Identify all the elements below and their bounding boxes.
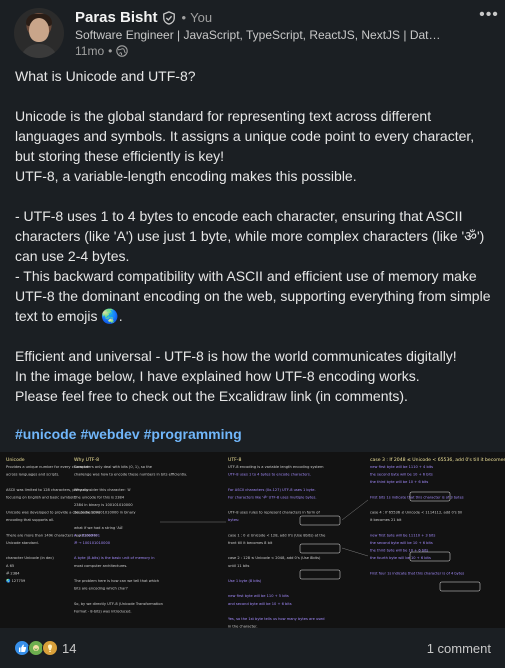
- diagram-text: and second byte will be 10 + 6 bits: [228, 602, 292, 606]
- post-line: UTF-8, a variable-length encoding makes …: [15, 168, 357, 184]
- hashtag-link[interactable]: #unicode: [15, 426, 76, 442]
- diagram-text: ॐ 2384: [6, 570, 20, 575]
- diagram-text: focusing on English and basic symbols.: [6, 495, 76, 499]
- diagram-text: So, to be 100101010000 in binary: [74, 511, 136, 515]
- post-line: In the image below, I have explained how…: [15, 368, 420, 384]
- diagram-text: So, by we directly UTF-8 (Unicode Transf…: [74, 602, 163, 606]
- diagram-text: case 1 : 0 ≤ Unicode < 128, add 0's (Use…: [228, 533, 326, 537]
- diagram-text: Why consider this character: 'A': [74, 488, 131, 492]
- diagram-text: encoding that supports all.: [6, 518, 54, 522]
- post-image[interactable]: Unicode Provides a unique number for ever…: [0, 452, 505, 628]
- diagram-text: the second byte will be 10 + 6 bits: [370, 473, 433, 477]
- diagram-text: A 65: [6, 564, 14, 568]
- separator-dot: •: [181, 10, 187, 25]
- hashtag-link[interactable]: #programming: [144, 426, 242, 442]
- diagram-text: For ASCII characters (0x-127) UTF-8 uses…: [228, 488, 316, 492]
- diagram-heading: case 3 : If 2048 ≤ Unicode < 65536, add …: [370, 457, 505, 463]
- reaction-count: 14: [62, 640, 77, 656]
- support-icon: [42, 640, 58, 656]
- more-options-button[interactable]: •••: [478, 4, 500, 26]
- globe-icon: [116, 45, 129, 57]
- diagram-text: the third byte will be 10 + 6 bits: [370, 480, 428, 484]
- diagram-text: character Unicode (in dec): [6, 556, 54, 560]
- diagram-text: the fourth byte will be 10 + 6 bits: [370, 556, 431, 560]
- diagram-text: 2384 in binary is 100101010000: [74, 503, 133, 507]
- diagram-text: bits are encoding which char?: [74, 587, 128, 591]
- diagram-text: Use 1 byte (8 bits): [228, 579, 262, 583]
- diagram-text: what if we had a string 'AÀ': [74, 525, 123, 530]
- post-spacer: [15, 186, 493, 206]
- post-card: Paras Bisht • You Software Engineer | Ja…: [0, 0, 505, 668]
- post-text: What is Unicode and UTF-8? Unicode is th…: [15, 66, 493, 406]
- comments-count-link[interactable]: 1 comment: [427, 641, 491, 656]
- social-footer: 14 1 comment: [0, 628, 505, 668]
- author-headline: Software Engineer | JavaScript, TypeScri…: [75, 28, 447, 42]
- ellipsis-icon: •••: [479, 6, 499, 23]
- diagram-text: 🌏 127759: [6, 578, 26, 583]
- avatar-face: [29, 18, 49, 42]
- post-spacer: [15, 326, 493, 346]
- diagram-text: UTF-8 uses rules to represent characters…: [228, 511, 320, 515]
- diagram-text: ॐ → 100101010000: [74, 540, 111, 545]
- diagram-heading: UTF-8: [228, 457, 241, 463]
- separator-dot: •: [108, 44, 113, 58]
- diagram-text: most computer architectures.: [74, 564, 127, 568]
- relation-label: You: [190, 10, 213, 25]
- author-row: Paras Bisht • You: [75, 9, 212, 26]
- diagram-text: case 2 : 128 ≤ Unicode < 2048, add 0's (…: [228, 556, 321, 560]
- diagram-text: new first byte will be 1110 + 4 bits: [370, 465, 433, 469]
- diagram-text: Computers only deal with bits (0, 1), so…: [74, 465, 153, 469]
- hashtags: #unicode #webdev #programming: [15, 426, 242, 442]
- diagram-heading: Why UTF-8: [74, 457, 99, 463]
- diagram-text: Yes, so the 1st byte tells us how many b…: [228, 617, 325, 621]
- diagram-text: front till it becomes 8 bit: [228, 541, 273, 545]
- post-time: 11mo: [75, 44, 105, 58]
- diagram-text: The unicode for this is 2384: [73, 495, 125, 499]
- author-name[interactable]: Paras Bisht: [75, 9, 158, 26]
- diagram-text: challenge was how to encode these number…: [74, 473, 187, 477]
- avatar-shirt: [20, 44, 58, 58]
- post-line: Efficient and universal - UTF-8 is how t…: [15, 348, 457, 364]
- avatar[interactable]: [14, 8, 64, 58]
- diagram-text: the second byte will be 10 + 6 bits: [370, 541, 433, 545]
- post-spacer: [15, 86, 493, 106]
- diagram-text: For characters like 'ॐ' UTF-8 uses multi…: [228, 494, 317, 499]
- post-line: - This backward compatibility with ASCII…: [15, 268, 491, 324]
- post-line: - UTF-8 uses 1 to 4 bytes to encode each…: [15, 208, 485, 264]
- diagram-text: it becomes 21 bit: [370, 518, 402, 522]
- diagram-text: A byte (8-bits) is the basic unit of mem…: [74, 556, 155, 560]
- diagram-text: First four 1s indicate that this charact…: [370, 571, 464, 575]
- diagram-text: UTF-8 encoding is a variable length enco…: [228, 465, 324, 469]
- diagram-text: The problem here is how can we tell that…: [73, 579, 159, 583]
- hashtag-link[interactable]: #webdev: [80, 426, 139, 442]
- diagram-text: new first byte will be 110 + 5 bits: [228, 594, 289, 598]
- diagram-text: A → 01000001: [74, 533, 100, 537]
- shield-check-icon: [162, 10, 175, 25]
- diagram-text: bytes:: [228, 518, 239, 522]
- diagram-text: new first byte will be 11110 + 3 bits: [370, 533, 435, 537]
- diagram-text: First bits 1s indicate that this charact…: [370, 495, 464, 499]
- diagram-text: UTF-8 uses 1 to 4 bytes to encode charac…: [228, 473, 311, 477]
- post-meta: 11mo •: [75, 44, 129, 58]
- diagram-text: until 11 bits: [228, 564, 250, 568]
- post-line: Please feel free to check out the Excali…: [15, 388, 408, 404]
- utf8-diagram: UnicodeProvides a unique number for ever…: [0, 452, 505, 628]
- diagram-text: across languages and scripts.: [6, 473, 59, 477]
- diagram-text: Format - 8-bits) was introduced.: [74, 609, 132, 613]
- post-line: Unicode is the global standard for repre…: [15, 108, 475, 164]
- post-line: What is Unicode and UTF-8?: [15, 68, 196, 84]
- reactions-summary[interactable]: 14: [14, 640, 76, 656]
- diagram-text: Unicode standard.: [6, 541, 39, 545]
- diagram-text: case 4 : If 65536 ≤ Unicode < 1114112, a…: [370, 511, 462, 515]
- diagram-heading: Unicode: [6, 457, 25, 463]
